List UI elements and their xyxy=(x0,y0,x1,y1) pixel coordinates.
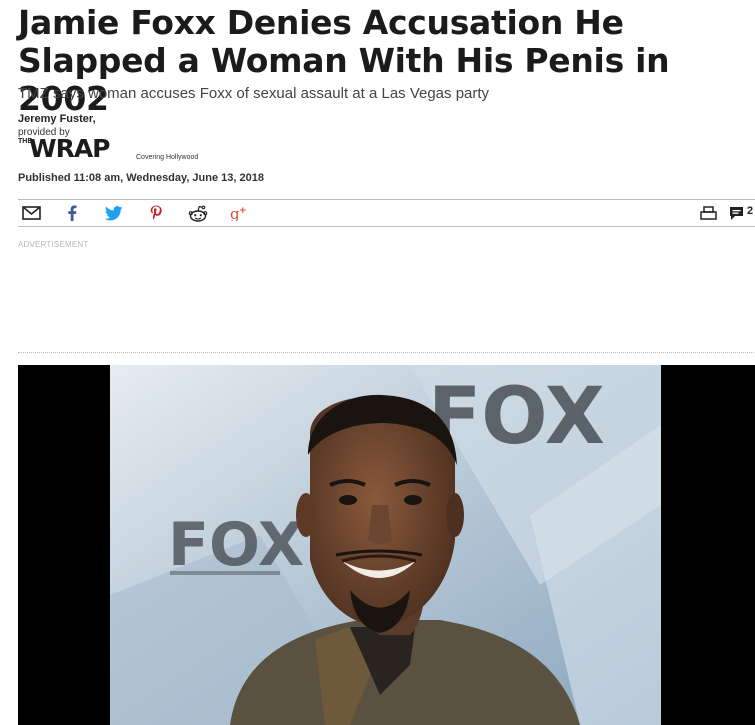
divider xyxy=(18,352,755,353)
facebook-icon[interactable] xyxy=(61,203,83,223)
print-icon[interactable] xyxy=(697,203,719,223)
fox-backdrop-logo-2: FOX xyxy=(168,510,304,580)
reddit-icon[interactable] xyxy=(187,203,209,223)
publish-date: Published 11:08 am, Wednesday, June 13, … xyxy=(18,172,264,184)
googleplus-icon[interactable]: g + xyxy=(228,203,250,223)
logo-tagline: Covering Hollywood xyxy=(136,154,199,161)
article-subhead: TMZ says woman accuses Foxx of sexual as… xyxy=(18,85,490,102)
the-wrap-logo[interactable]: THE WRAP Covering Hollywood xyxy=(18,134,218,164)
article-hero-image[interactable]: FOX FOX xyxy=(18,365,755,725)
comment-count[interactable]: 2 xyxy=(747,205,753,217)
author-name[interactable]: Jeremy Fuster, xyxy=(18,113,96,125)
pinterest-icon[interactable] xyxy=(145,203,167,223)
logo-the-text: THE xyxy=(18,138,32,145)
email-icon[interactable] xyxy=(20,203,42,223)
jamie-foxx-photo: FOX FOX xyxy=(110,365,661,725)
share-bar: g + xyxy=(18,199,755,227)
twitter-icon[interactable] xyxy=(103,203,125,223)
comment-icon[interactable] xyxy=(725,203,747,223)
advertisement-label: ADVERTISEMENT xyxy=(18,240,89,249)
svg-text:+: + xyxy=(239,206,247,216)
logo-wrap-text: WRAP xyxy=(29,134,110,163)
